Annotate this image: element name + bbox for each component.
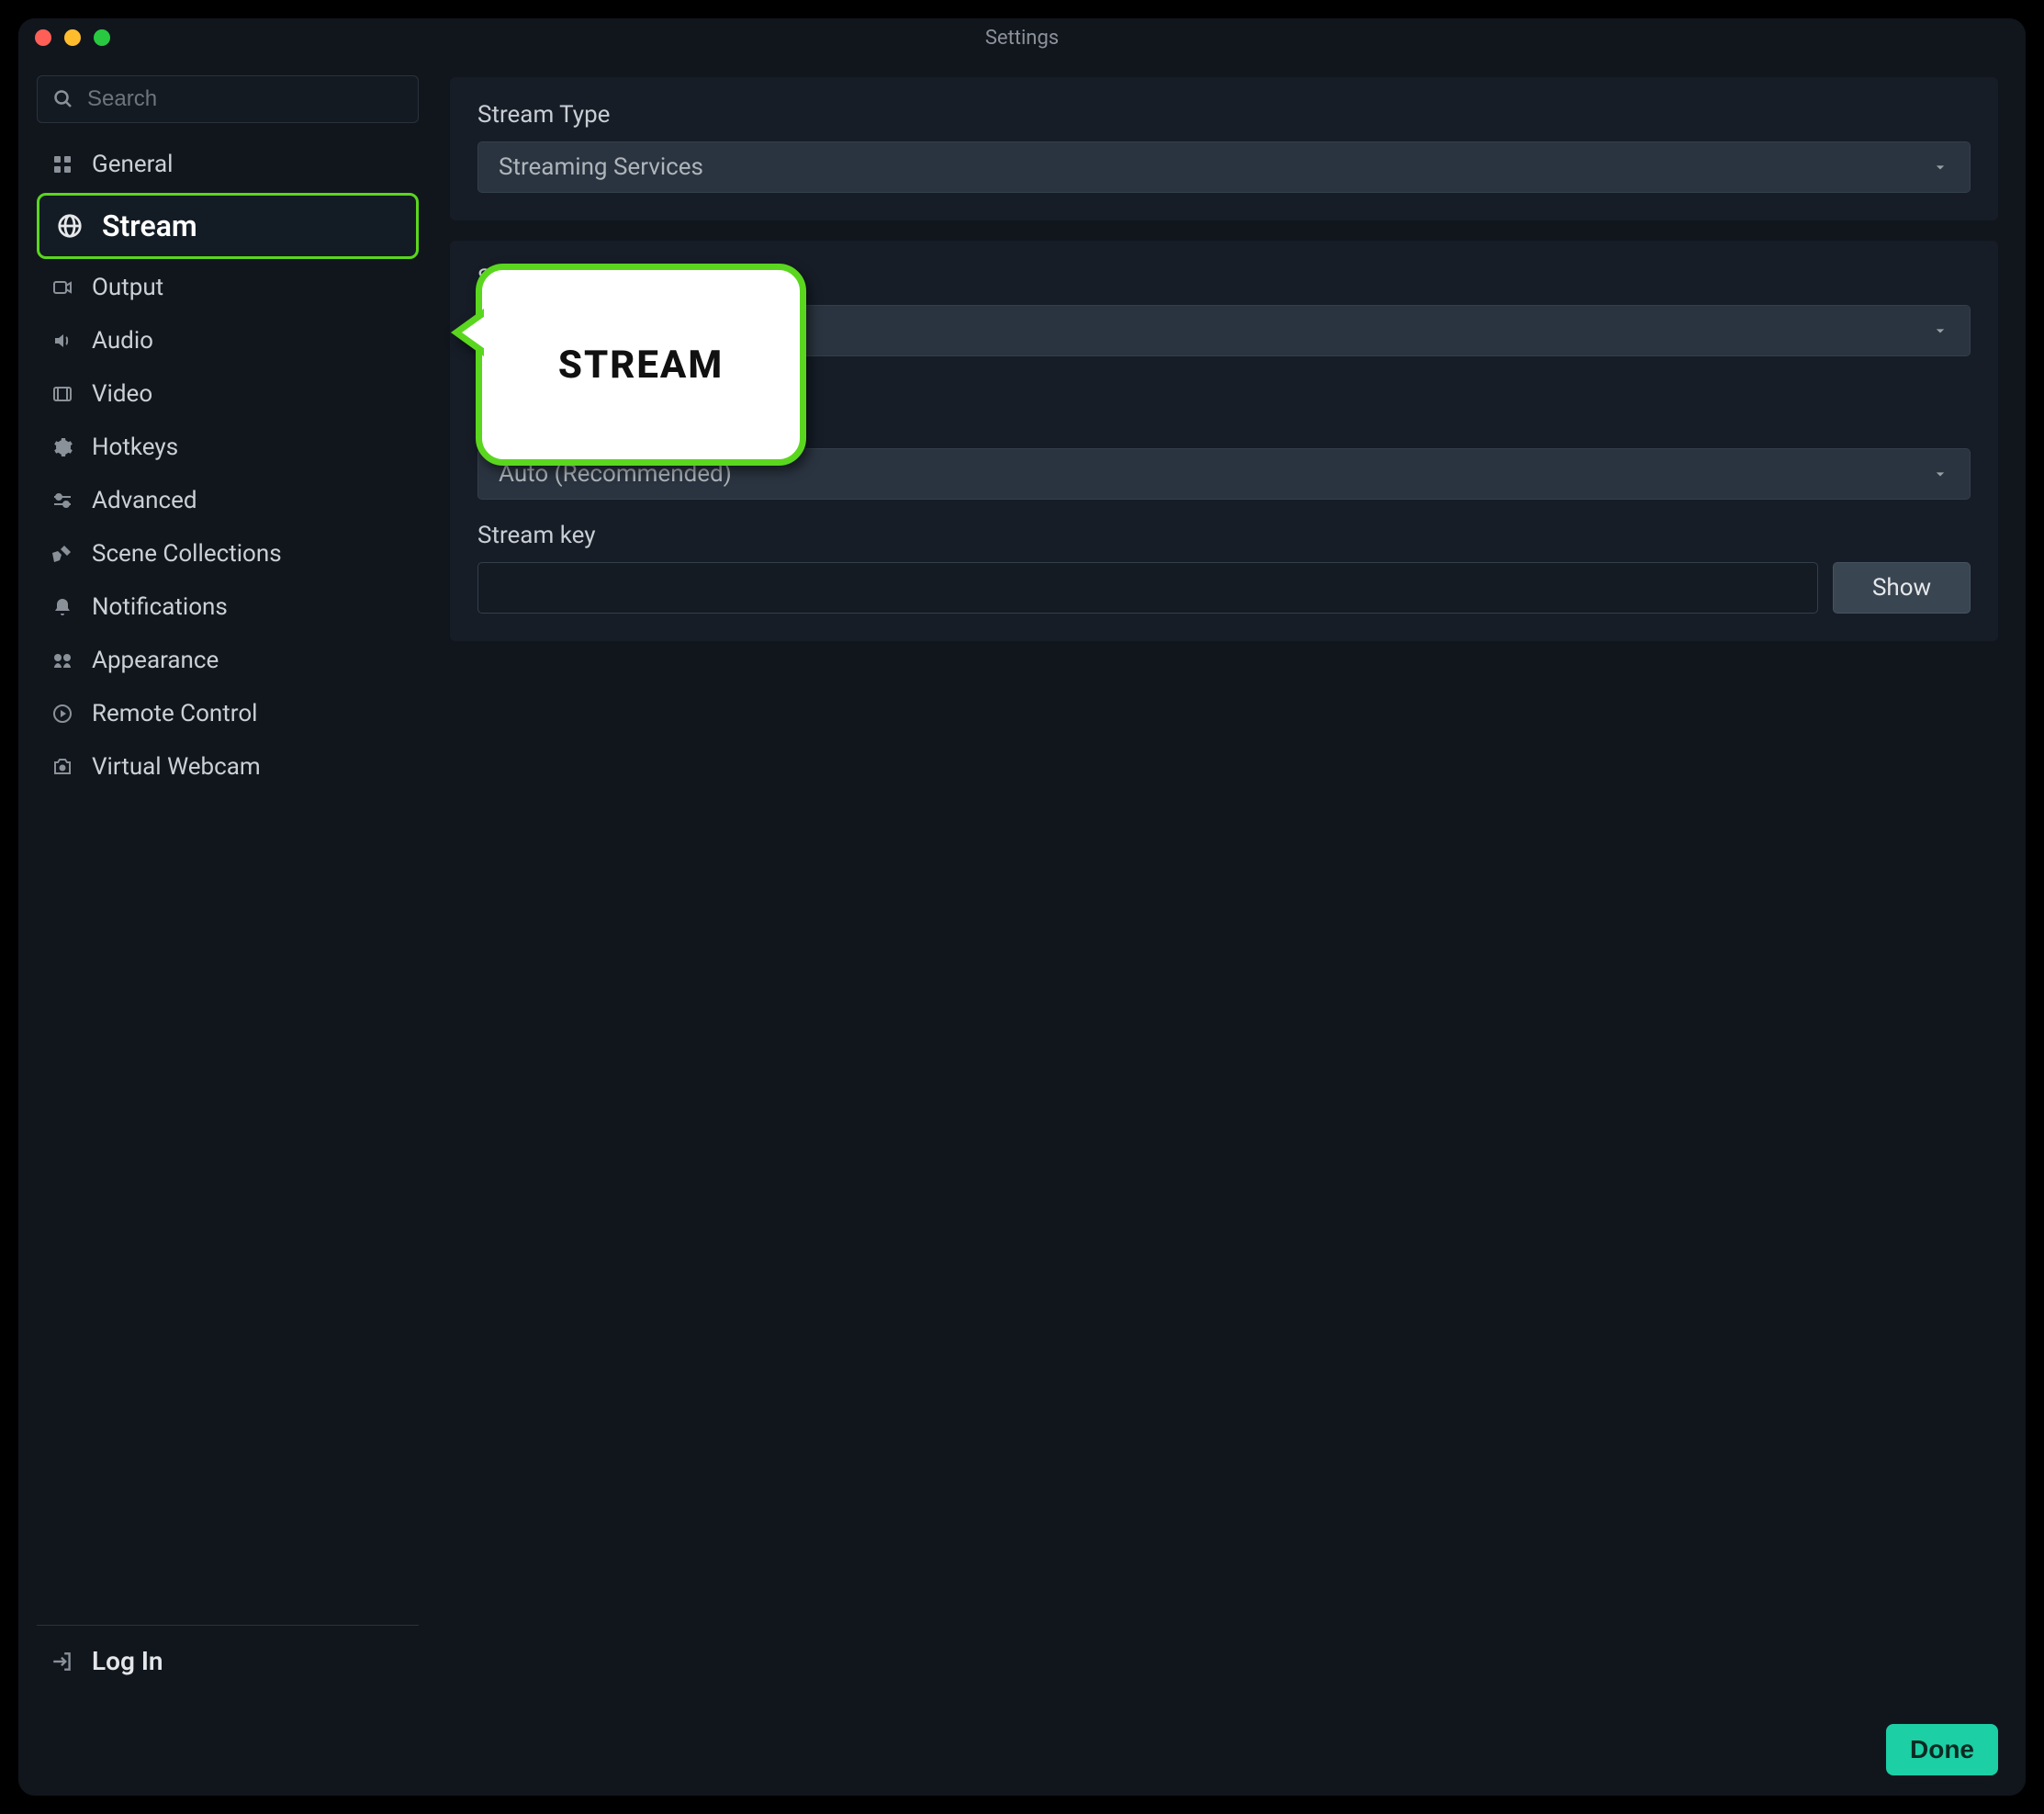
app-window: Settings General — [0, 0, 2044, 1814]
callout-text: STREAM — [558, 343, 724, 388]
close-window-button[interactable] — [35, 29, 51, 46]
globe-icon — [54, 210, 85, 242]
sidebar-item-stream[interactable]: Stream — [37, 193, 419, 259]
sidebar-item-hotkeys[interactable]: Hotkeys — [37, 423, 419, 472]
zoom-window-button[interactable] — [94, 29, 110, 46]
sidebar-item-label: Virtual Webcam — [92, 753, 261, 781]
sidebar-item-output[interactable]: Output — [37, 263, 419, 312]
sidebar-item-label: Advanced — [92, 487, 197, 514]
stream-key-row: Show — [477, 562, 1971, 614]
sidebar-item-label: Stream — [102, 208, 197, 243]
sidebar-item-label: General — [92, 151, 173, 178]
stream-type-label: Stream Type — [477, 101, 1971, 129]
bell-icon — [50, 594, 75, 620]
search-field[interactable] — [37, 75, 419, 123]
sidebar-item-label: Hotkeys — [92, 434, 178, 461]
video-out-icon — [50, 275, 75, 300]
chevron-down-icon — [1931, 321, 1949, 340]
settings-window: Settings General — [18, 18, 2026, 1796]
play-icon — [50, 701, 75, 727]
done-button[interactable]: Done — [1886, 1724, 1998, 1775]
login-icon — [50, 1649, 75, 1674]
speaker-icon — [50, 328, 75, 354]
search-icon — [51, 86, 76, 112]
window-controls — [35, 29, 110, 46]
sidebar-item-remote-control[interactable]: Remote Control — [37, 689, 419, 738]
appearance-icon — [50, 648, 75, 673]
sidebar-item-audio[interactable]: Audio — [37, 316, 419, 366]
sliders-icon — [50, 488, 75, 513]
sidebar-item-label: Audio — [92, 327, 153, 355]
sidebar-item-notifications[interactable]: Notifications — [37, 582, 419, 632]
divider — [37, 1625, 419, 1626]
show-key-button-label: Show — [1872, 574, 1931, 602]
login-label: Log In — [92, 1646, 163, 1676]
sidebar-item-label: Output — [92, 274, 163, 301]
sidebar-item-label: Notifications — [92, 593, 228, 621]
grid-icon — [50, 152, 75, 177]
sidebar-item-appearance[interactable]: Appearance — [37, 636, 419, 685]
titlebar: Settings — [18, 18, 2026, 57]
sidebar-item-scene-collections[interactable]: Scene Collections — [37, 529, 419, 579]
stream-key-label: Stream key — [477, 522, 1971, 549]
gear-icon — [50, 434, 75, 460]
sidebar: General Stream Output — [18, 57, 432, 1704]
footer: Done — [18, 1704, 2026, 1796]
sidebar-item-label: Remote Control — [92, 700, 258, 727]
stream-key-input[interactable] — [477, 562, 1818, 614]
content-area: General Stream Output — [18, 57, 2026, 1704]
sidebar-item-virtual-webcam[interactable]: Virtual Webcam — [37, 742, 419, 792]
minimize-window-button[interactable] — [64, 29, 81, 46]
done-button-label: Done — [1910, 1735, 1974, 1763]
window-title: Settings — [985, 27, 1059, 50]
stream-type-select[interactable]: Streaming Services — [477, 141, 1971, 193]
sidebar-item-label: Appearance — [92, 647, 219, 674]
sidebar-item-label: Scene Collections — [92, 540, 282, 568]
sidebar-item-general[interactable]: General — [37, 140, 419, 189]
search-input[interactable] — [87, 86, 405, 112]
sidebar-item-video[interactable]: Video — [37, 369, 419, 419]
sidebar-nav: General Stream Output — [37, 140, 419, 795]
login-button[interactable]: Log In — [37, 1637, 419, 1685]
chevron-down-icon — [1931, 158, 1949, 176]
show-key-button[interactable]: Show — [1833, 562, 1971, 614]
camera-icon — [50, 754, 75, 780]
stream-type-panel: Stream Type Streaming Services — [450, 77, 1998, 220]
tools-icon — [50, 541, 75, 567]
sidebar-item-advanced[interactable]: Advanced — [37, 476, 419, 525]
chevron-down-icon — [1931, 465, 1949, 483]
select-value: Streaming Services — [499, 153, 703, 181]
sidebar-item-label: Video — [92, 380, 152, 408]
film-icon — [50, 381, 75, 407]
callout-stream-tooltip: STREAM — [476, 264, 806, 466]
